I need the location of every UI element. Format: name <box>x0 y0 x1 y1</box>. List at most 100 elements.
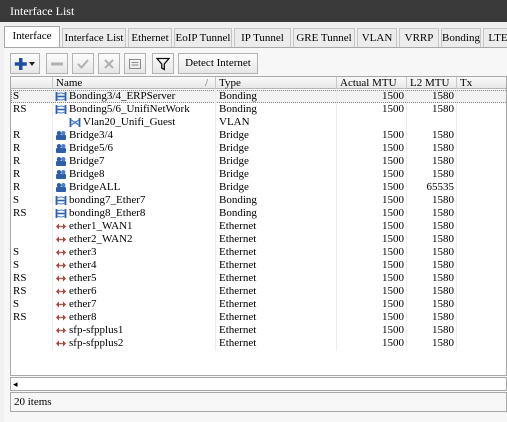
actual-mtu-cell: 1500 <box>382 246 404 258</box>
tx-cell <box>460 207 506 220</box>
name-cell: Bonding3/4_ERPServer <box>69 90 176 102</box>
check-icon <box>77 58 89 69</box>
table-row[interactable]: R Bridge5/6 Bridge 1500 1580 <box>11 142 506 155</box>
name-cell: Bonding5/6_UnifiNetWork <box>69 103 190 115</box>
type-cell: Ethernet <box>219 311 257 323</box>
tx-cell <box>460 194 506 207</box>
remove-button[interactable] <box>46 53 68 74</box>
name-cell: ether7 <box>69 298 97 310</box>
flags-cell <box>13 116 51 129</box>
flags-cell: S <box>13 90 20 102</box>
table-row[interactable]: R Bridge8 Bridge 1500 1580 <box>11 168 506 181</box>
flags-cell: S <box>13 298 20 310</box>
flags-cell: S <box>13 246 20 258</box>
name-cell: Bridge5/6 <box>69 142 113 154</box>
tx-cell <box>460 90 506 103</box>
add-button[interactable] <box>10 53 40 74</box>
flags-cell: R <box>13 129 21 141</box>
tx-cell <box>460 220 506 233</box>
flags-cell <box>13 233 51 246</box>
column-header-type[interactable]: Type <box>216 77 337 89</box>
tab-ip-tunnel[interactable]: IP Tunnel <box>234 28 291 48</box>
table-row[interactable]: RS Bonding5/6_UnifiNetWork Bonding 1500 1580 <box>11 103 506 116</box>
horizontal-scrollbar[interactable]: ◂ <box>10 377 507 391</box>
status-bar: 20 items <box>10 392 507 412</box>
bridge-icon <box>55 156 67 167</box>
tab-interface-list[interactable]: Interface List <box>62 28 126 48</box>
type-cell: Ethernet <box>219 298 257 310</box>
table-row[interactable]: sfp-sfpplus1 Ethernet 1500 1580 <box>11 324 506 337</box>
table-row[interactable]: ether1_WAN1 Ethernet 1500 1580 <box>11 220 506 233</box>
enable-button[interactable] <box>72 53 94 74</box>
l2-mtu-cell: 1580 <box>432 129 454 141</box>
flags-cell <box>13 220 51 233</box>
bridge-icon <box>55 143 67 154</box>
table-row[interactable]: ether2_WAN2 Ethernet 1500 1580 <box>11 233 506 246</box>
table-row[interactable]: Vlan20_Unifi_Guest VLAN <box>11 116 506 129</box>
flags-cell: RS <box>13 311 27 323</box>
comment-button[interactable] <box>124 53 146 74</box>
name-cell: ether8 <box>69 311 97 323</box>
l2-mtu-cell: 1580 <box>432 207 454 219</box>
tx-cell <box>460 311 506 324</box>
column-divider <box>456 89 457 351</box>
table-row[interactable]: RS ether8 Ethernet 1500 1580 <box>11 311 506 324</box>
column-header-l2-mtu[interactable]: L2 MTU <box>407 77 457 89</box>
tab-ethernet[interactable]: Ethernet <box>128 28 172 48</box>
tab-vlan[interactable]: VLAN <box>357 28 397 48</box>
type-cell: Bonding <box>219 103 257 115</box>
tab-eoip-tunnel[interactable]: EoIP Tunnel <box>174 28 232 48</box>
cross-icon <box>104 58 114 69</box>
table-row[interactable]: Sether3 Ethernet 1500 1580 <box>11 246 506 259</box>
actual-mtu-cell: 1500 <box>382 285 404 297</box>
column-divider <box>336 89 337 351</box>
tab-gre-tunnel[interactable]: GRE Tunnel <box>293 28 355 48</box>
bridge-icon <box>55 182 67 193</box>
table-row[interactable]: sfp-sfpplus2 Ethernet 1500 1580 <box>11 337 506 350</box>
table-row[interactable]: Sether7 Ethernet 1500 1580 <box>11 298 506 311</box>
type-cell: Bridge <box>219 129 249 141</box>
l2-mtu-cell: 1580 <box>432 285 454 297</box>
column-header-actual-mtu[interactable]: Actual MTU <box>337 77 407 89</box>
column-header-name[interactable]: Name <box>53 77 216 89</box>
tab-interface[interactable]: Interface <box>4 26 60 48</box>
interface-list-window: Interface List Interface Interface List Et… <box>0 0 507 422</box>
name-cell: bonding8_Ether8 <box>69 207 146 219</box>
scroll-left-arrow-icon[interactable]: ◂ <box>13 380 18 389</box>
table-row[interactable]: RS ether5 Ethernet 1500 1580 <box>11 272 506 285</box>
filter-button[interactable] <box>152 53 174 74</box>
ethernet-icon <box>55 234 67 245</box>
table-row[interactable]: RS ether6 Ethernet 1500 1580 <box>11 285 506 298</box>
tx-cell <box>460 142 506 155</box>
tab-lte[interactable]: LTE <box>483 28 507 48</box>
actual-mtu-cell: 1500 <box>382 298 404 310</box>
column-header-flags[interactable] <box>11 77 53 89</box>
type-cell: Ethernet <box>219 337 257 349</box>
table-row[interactable]: S Bonding3/4_ERPServer Bonding 1500 1580 <box>11 90 506 103</box>
table-row[interactable]: R Bridge3/4 Bridge 1500 1580 <box>11 129 506 142</box>
detect-internet-button[interactable]: Detect Internet <box>178 53 258 74</box>
name-cell: Bridge8 <box>69 168 105 180</box>
tx-cell <box>460 155 506 168</box>
l2-mtu-cell: 1580 <box>432 90 454 102</box>
name-cell: bonding7_Ether7 <box>69 194 146 206</box>
l2-mtu-cell: 1580 <box>432 324 454 336</box>
bonding-icon <box>55 195 67 206</box>
table-row[interactable]: Sbonding7_Ether7 Bonding 1500 1580 <box>11 194 506 207</box>
column-header-tx[interactable]: Tx <box>457 77 506 89</box>
flags-cell: S <box>13 259 20 271</box>
tab-bonding[interactable]: Bonding <box>441 28 481 48</box>
table-row[interactable]: R Bridge7 Bridge 1500 1580 <box>11 155 506 168</box>
tab-vrrp[interactable]: VRRP <box>399 28 439 48</box>
tx-cell <box>460 116 506 129</box>
tx-cell <box>460 337 506 350</box>
table-row[interactable]: Sether4 Ethernet 1500 1580 <box>11 259 506 272</box>
type-cell: Bonding <box>219 90 257 102</box>
sort-indicator-icon: / <box>205 77 209 89</box>
table-row[interactable]: RS bonding8_Ether8 Bonding 1500 1580 <box>11 207 506 220</box>
ethernet-icon <box>55 286 67 297</box>
l2-mtu-cell: 1580 <box>432 259 454 271</box>
flags-cell: R <box>13 142 21 154</box>
disable-button[interactable] <box>98 53 120 74</box>
table-row[interactable]: R BridgeALL Bridge 1500 65535 <box>11 181 506 194</box>
